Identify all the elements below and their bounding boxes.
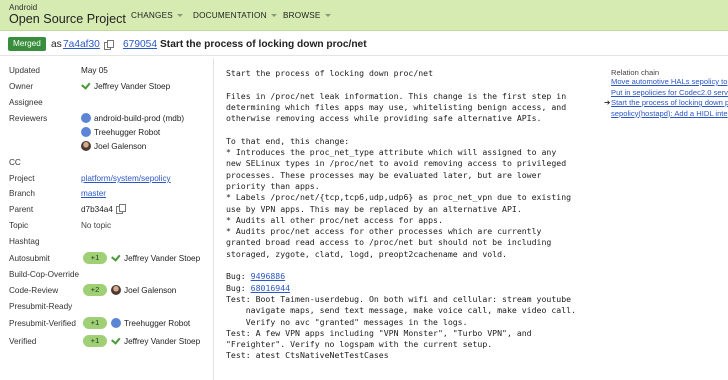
relation-chain-item-current[interactable]: ➔ Start the process of locking down p [604,98,728,109]
nav-changes[interactable]: CHANGES [131,11,183,20]
nav-changes-label: CHANGES [131,11,173,20]
owner-icon [81,82,91,92]
chevron-down-icon [176,14,183,18]
cc-label: CC [9,158,21,167]
change-subject: Start the process of locking down proc/n… [160,39,367,50]
commit-message: Start the process of locking down proc/n… [226,68,600,362]
nav-documentation[interactable]: DOCUMENTATION [193,11,277,20]
reviewer-name[interactable]: android-build-prod (mdb) [94,114,184,123]
commit-link[interactable]: 7a4af30 [63,39,100,50]
reviewer-name[interactable]: Treehugger Robot [94,128,160,137]
vote-chip[interactable]: +2 [83,284,107,296]
label-autosubmit: Autosubmit [9,254,50,263]
owner-icon [111,337,121,347]
nav-documentation-label: DOCUMENTATION [193,11,267,20]
nav-browse[interactable]: BROWSE [283,11,331,20]
topic-label: Topic [9,221,29,230]
reviewers-label: Reviewers [9,114,48,123]
avatar [81,127,91,137]
vote-user-name[interactable]: Treehugger Robot [124,319,190,328]
avatar [81,113,91,123]
relation-chain-item-label: Put in sepolicies for Codec2.0 serv [611,87,728,97]
vote-user-name[interactable]: Jeffrey Vander Stoep [124,254,200,263]
topic-value[interactable]: No topic [81,221,111,230]
label-presubmit-verified: Presubmit-Verified [9,319,76,328]
updated-value: May 05 [81,66,108,75]
brand-small-text: Android [9,3,38,12]
bug-label: Bug: [226,271,251,282]
relation-chain-item[interactable]: sepolicy(hostapd): Add a HIDL inte [604,109,728,120]
relation-chain-title: Relation chain [611,68,660,77]
current-arrow-icon: ➔ [604,98,611,107]
updated-label: Updated [9,66,40,75]
bug-link[interactable]: 68016944 [251,283,290,293]
project-link[interactable]: platform/system/sepolicy [81,174,171,183]
relation-chain-item-label: Move automotive HALs sepolicy to [611,77,728,86]
as-label: as [51,39,62,50]
status-badge: Merged [8,37,46,51]
assignee-label: Assignee [9,98,43,107]
test-notes: Test: Boot Taimen-userdebug. On both wif… [226,293,576,361]
avatar [111,318,121,328]
branch-label: Branch [9,189,35,198]
bug-label: Bug: [226,282,251,293]
nav-browse-label: BROWSE [283,11,321,20]
relation-chain-item-label: Start the process of locking down p [611,98,728,107]
copy-icon[interactable] [104,40,114,51]
parent-label: Parent [9,205,34,214]
change-number-link[interactable]: 679054 [123,39,157,50]
avatar [81,141,91,151]
top-header: Android Open Source Project CHANGES DOCU… [0,0,728,31]
label-code-review: Code-Review [9,286,59,295]
branch-link[interactable]: master [81,189,106,198]
avatar [111,285,121,295]
vote-chip[interactable]: +1 [83,317,107,329]
relation-chain-item-label: sepolicy(hostapd): Add a HIDL inte [611,108,728,118]
commit-body: Files in /proc/net leak information. Thi… [226,90,572,259]
vote-user-name[interactable]: Jeffrey Vander Stoep [124,337,200,346]
relation-chain-item[interactable]: Move automotive HALs sepolicy to [604,77,728,88]
reviewer-name[interactable]: Joel Galenson [94,142,146,151]
vote-chip[interactable]: +1 [83,252,107,264]
relation-chain-item[interactable]: Put in sepolicies for Codec2.0 serv [604,88,728,99]
owner-name[interactable]: Jeffrey Vander Stoep [94,82,170,91]
vote-user-name[interactable]: Joel Galenson [124,286,176,295]
change-title-bar: Merged as 7a4af30 679054 Start the proce… [0,32,728,56]
owner-icon [111,254,121,264]
label-build-cop-override: Build-Cop-Override [9,270,80,279]
vote-chip[interactable]: +1 [83,335,107,347]
chevron-down-icon [270,14,277,18]
relation-chain: Relation chain Move automotive HALs sepo… [604,68,728,119]
project-label: Project [9,174,35,183]
label-presubmit-ready: Presubmit-Ready [9,302,73,311]
parent-value: d7b34a4 [81,205,113,214]
metadata-panel: Updated May 05 Owner Jeffrey Vander Stoe… [0,58,214,380]
bug-link[interactable]: 9496886 [251,271,286,281]
label-verified: Verified [9,337,37,346]
owner-label: Owner [9,82,34,91]
hashtag-label: Hashtag [9,237,40,246]
brand-title[interactable]: Open Source Project [9,12,126,26]
commit-subject: Start the process of locking down proc/n… [226,68,434,78]
chevron-down-icon [324,14,331,18]
copy-icon[interactable] [116,204,126,215]
